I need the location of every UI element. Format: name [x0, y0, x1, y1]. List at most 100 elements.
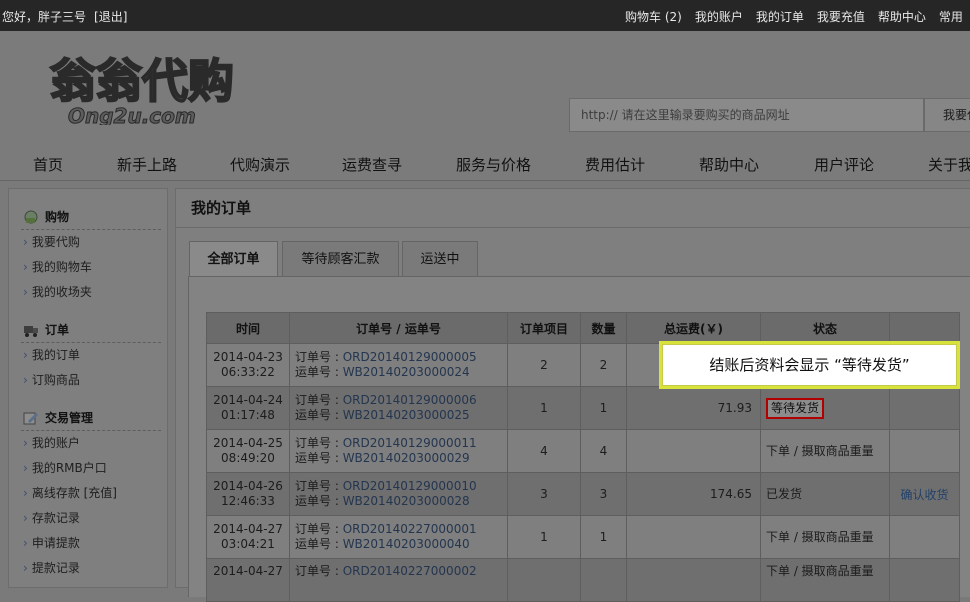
order-numbers: 订单号 : ORD20140227000002	[289, 558, 508, 602]
nav-home[interactable]: 首页	[33, 154, 63, 175]
order-label: 订单号 :	[295, 350, 343, 364]
sidebar-item-offline-deposit[interactable]: 离线存款 [充值]	[21, 481, 161, 506]
cart-icon	[24, 210, 38, 224]
order-freight	[626, 429, 761, 473]
nav-service-price[interactable]: 服务与价格	[456, 154, 531, 175]
col-action	[889, 312, 960, 344]
sidebar-item-withdraw-request[interactable]: 申请提款	[21, 531, 161, 556]
waybill-label: 运单号 :	[295, 451, 343, 465]
sidebar-item-my-orders[interactable]: 我的订单	[21, 343, 161, 368]
common-link[interactable]: 常用	[939, 10, 963, 24]
order-time: 2014-04-23 06:33:22	[206, 343, 290, 387]
order-number-link[interactable]: ORD20140129000010	[343, 479, 477, 493]
nav-freight-query[interactable]: 运费查寻	[342, 154, 402, 175]
search-input[interactable]: http:// 请在这里输录要购买的商品网址	[569, 98, 924, 132]
order-date: 2014-04-25	[213, 436, 283, 450]
nav-about[interactable]: 关于我	[928, 154, 970, 175]
logo-sub: Ong2u.com	[68, 104, 196, 125]
order-qty: 1	[580, 515, 627, 559]
top-bar: 您好，胖子三号 [退出] 购物车 (2) 我的账户 我的订单 我要充值 帮助中心 常用	[0, 0, 970, 31]
table-row: 2014-04-27 订单号 : ORD20140227000002 下单 / …	[206, 558, 960, 602]
order-freight	[626, 558, 761, 602]
greeting-text: 您好，胖子三号	[2, 10, 87, 24]
order-items: 4	[507, 429, 581, 473]
status-tooltip: 结账后资料会显示 “等待发货”	[662, 344, 957, 386]
waybill-label: 运单号 :	[295, 365, 343, 379]
order-date: 2014-04-26	[213, 479, 283, 493]
sidebar-item-my-account[interactable]: 我的账户	[21, 431, 161, 456]
sidebar-section-shopping: 购物 我要代购 我的购物车 我的收场夹	[21, 207, 161, 305]
sidebar-title-transactions: 交易管理	[45, 411, 94, 425]
order-time: 2014-04-27	[206, 558, 290, 602]
order-numbers: 订单号 : ORD20140129000011 运单号 : WB201402030…	[289, 429, 508, 473]
order-label: 订单号 :	[295, 393, 343, 407]
tab-shipping[interactable]: 运送中	[402, 241, 478, 277]
sidebar-item-rmb-account[interactable]: 我的RMB户口	[21, 456, 161, 481]
nav-demo[interactable]: 代购演示	[230, 154, 290, 175]
sidebar-item-deposit-records[interactable]: 存款记录	[21, 506, 161, 531]
waybill-number-link[interactable]: WB20140203000028	[343, 494, 470, 508]
order-action: 确认收货	[889, 472, 960, 516]
logout-link[interactable]: [退出]	[94, 10, 127, 24]
order-clock: 06:33:22	[221, 365, 275, 379]
order-date: 2014-04-24	[213, 393, 283, 407]
tab-awaiting-payment[interactable]: 等待顾客汇款	[282, 241, 399, 277]
order-clock: 08:49:20	[221, 451, 275, 465]
waybill-number-link[interactable]: WB20140203000024	[343, 365, 470, 379]
main-nav: 首页 新手上路 代购演示 运费查寻 服务与价格 费用估计 帮助中心 用户评论 关…	[0, 146, 970, 181]
order-action	[889, 515, 960, 559]
order-status: 已发货	[760, 472, 890, 516]
recharge-link[interactable]: 我要充值	[817, 10, 865, 24]
order-items: 1	[507, 386, 581, 430]
waybill-number-link[interactable]: WB20140203000025	[343, 408, 470, 422]
order-freight: 71.93	[626, 386, 761, 430]
order-label: 订单号 :	[295, 522, 343, 536]
cart-link[interactable]: 购物车 (2)	[625, 10, 682, 24]
order-status: 下单 / 摄取商品重量	[760, 429, 890, 473]
my-account-link[interactable]: 我的账户	[695, 10, 743, 24]
order-freight	[626, 515, 761, 559]
my-orders-link[interactable]: 我的订单	[756, 10, 804, 24]
order-number-link[interactable]: ORD20140129000011	[343, 436, 477, 450]
sidebar-item-withdraw-records[interactable]: 提款记录	[21, 556, 161, 581]
order-number-link[interactable]: ORD20140129000006	[343, 393, 477, 407]
waybill-number-link[interactable]: WB20140203000029	[343, 451, 470, 465]
order-status: 等待发货	[760, 386, 890, 430]
nav-beginner[interactable]: 新手上路	[117, 154, 177, 175]
order-qty: 4	[580, 429, 627, 473]
order-time: 2014-04-24 01:17:48	[206, 386, 290, 430]
order-date: 2014-04-23	[213, 350, 283, 364]
sidebar-item-cart[interactable]: 我的购物车	[21, 255, 161, 280]
order-qty: 1	[580, 386, 627, 430]
nav-cost-estimate[interactable]: 费用估计	[585, 154, 645, 175]
waybill-label: 运单号 :	[295, 408, 343, 422]
order-items: 2	[507, 343, 581, 387]
order-time: 2014-04-26 12:46:33	[206, 472, 290, 516]
col-status: 状态	[760, 312, 890, 344]
sidebar-item-buy[interactable]: 我要代购	[21, 230, 161, 255]
order-items: 1	[507, 515, 581, 559]
sidebar-item-ordered-goods[interactable]: 订购商品	[21, 368, 161, 393]
sidebar-section-transactions: 交易管理 我的账户 我的RMB户口 离线存款 [充值] 存款记录 申请提款 提款…	[21, 408, 161, 581]
order-label: 订单号 :	[295, 479, 343, 493]
site-logo[interactable]: 翁翁代购 Ong2u.com	[40, 45, 270, 125]
order-number-link[interactable]: ORD20140227000001	[343, 522, 477, 536]
table-row: 2014-04-24 01:17:48 订单号 : ORD201401290000…	[206, 386, 960, 430]
order-numbers: 订单号 : ORD20140227000001 运单号 : WB201402030…	[289, 515, 508, 559]
order-number-link[interactable]: ORD20140129000005	[343, 350, 477, 364]
nav-help[interactable]: 帮助中心	[699, 154, 759, 175]
tab-all-orders[interactable]: 全部订单	[189, 241, 278, 277]
col-time: 时间	[206, 312, 290, 344]
help-center-link[interactable]: 帮助中心	[878, 10, 926, 24]
sidebar-section-title: 订单	[21, 320, 161, 343]
order-clock: 03:04:21	[221, 537, 275, 551]
col-total-freight: 总运费(￥)	[626, 312, 761, 344]
logo-main: 翁翁代购	[50, 54, 234, 108]
search-button[interactable]: 我要代	[924, 98, 970, 132]
order-qty	[580, 558, 627, 602]
sidebar-item-favorites[interactable]: 我的收场夹	[21, 280, 161, 305]
nav-reviews[interactable]: 用户评论	[814, 154, 874, 175]
confirm-receipt-link[interactable]: 确认收货	[900, 488, 948, 502]
waybill-number-link[interactable]: WB20140203000040	[343, 537, 470, 551]
sidebar: 购物 我要代购 我的购物车 我的收场夹 订单 我的订单 订购商品 交易管理 我的…	[8, 188, 168, 588]
